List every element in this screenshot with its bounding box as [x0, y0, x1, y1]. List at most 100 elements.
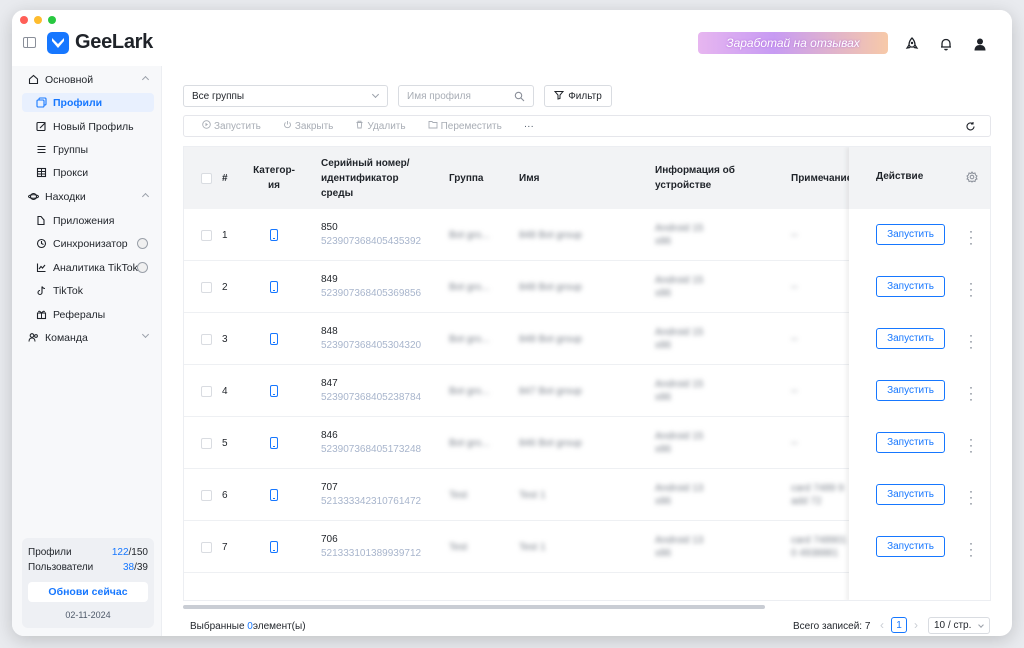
user-avatar-icon[interactable] [970, 34, 990, 54]
page-button[interactable]: 1 [891, 617, 907, 633]
more-actions-button[interactable]: ··· [524, 121, 534, 132]
filter-label: Фильтр [568, 90, 602, 102]
env-id[interactable]: 523907368405304320 [321, 339, 421, 353]
launch-button[interactable]: Запустить [876, 328, 945, 349]
pagination: ‹ 1 › [880, 617, 918, 633]
sidebar-item-new-profile[interactable]: Новый Профиль [22, 117, 154, 136]
note-cell: -- [791, 229, 798, 241]
filter-button[interactable]: Фильтр [544, 85, 612, 107]
search-icon [514, 91, 525, 105]
promo-banner[interactable]: Заработай на отзывах [698, 32, 888, 54]
phone-icon [270, 541, 278, 553]
select-all-checkbox[interactable] [201, 147, 212, 209]
sidebar-item-profiles[interactable]: Профили [22, 93, 154, 112]
page-size-select[interactable]: 10 / стр. [928, 617, 990, 634]
row-more-icon[interactable]: · · · [969, 225, 973, 249]
sidebar-item-label: Рефералы [53, 308, 106, 321]
device-cell: Android 15 x86 [655, 223, 704, 247]
bulk-delete-button[interactable]: Удалить [355, 120, 406, 132]
launch-button[interactable]: Запустить [876, 380, 945, 401]
launch-button[interactable]: Запустить [876, 224, 945, 245]
row-more-icon[interactable]: · · · [969, 433, 973, 457]
env-id[interactable]: 521333342310761472 [321, 495, 421, 509]
chevron-down-icon [141, 330, 150, 339]
maximize-window-button[interactable] [48, 16, 56, 24]
profiles-icon [36, 97, 47, 108]
launch-button[interactable]: Запустить [876, 484, 945, 505]
group-select[interactable]: Все группы [183, 85, 388, 107]
next-page-icon[interactable]: › [914, 618, 918, 632]
row-checkbox[interactable] [201, 313, 212, 365]
row-checkbox[interactable] [201, 521, 212, 573]
sidebar-toggle-icon[interactable] [23, 37, 36, 48]
checkbox[interactable] [201, 385, 212, 397]
sidebar-item-sync[interactable]: Синхронизатор [22, 234, 154, 253]
column-settings-icon[interactable] [966, 171, 978, 186]
row-checkbox[interactable] [201, 365, 212, 417]
minimize-window-button[interactable] [34, 16, 42, 24]
selected-prefix: Выбранные [190, 621, 245, 632]
note-cell: -- [791, 333, 798, 345]
sidebar-item-tiktok[interactable]: TikTok [22, 281, 154, 300]
section-label: Команда [45, 331, 88, 344]
sidebar-item-tiktok-analytics[interactable]: Аналитика TikTok [22, 258, 154, 277]
bulk-move-label: Переместить [440, 120, 502, 132]
section-team[interactable]: Команда [22, 328, 154, 347]
sidebar-item-label: Новый Профиль [53, 120, 134, 133]
bulk-launch-button[interactable]: Запустить [202, 120, 261, 132]
close-window-button[interactable] [20, 16, 28, 24]
update-now-button[interactable]: Обнови сейчас [28, 582, 148, 602]
section-main[interactable]: Основной [22, 70, 154, 89]
row-num: 1 [222, 229, 228, 241]
sidebar-item-apps[interactable]: Приложения [22, 211, 154, 230]
checkbox[interactable] [201, 541, 212, 553]
profile-search-input[interactable]: Имя профиля [398, 85, 534, 107]
bulk-close-button[interactable]: Закрыть [283, 120, 333, 132]
row-checkbox[interactable] [201, 417, 212, 469]
checkbox[interactable] [201, 172, 212, 184]
env-id[interactable]: 523907368405173248 [321, 443, 421, 457]
horizontal-scrollbar[interactable] [183, 605, 765, 609]
note-cell: -- [791, 437, 798, 449]
launch-button[interactable]: Запустить [876, 536, 945, 557]
prev-page-icon[interactable]: ‹ [880, 618, 884, 632]
row-more-icon[interactable]: · · · [969, 381, 973, 405]
serial-number: 850 [321, 222, 338, 233]
name-cell: 848 Bot group [519, 333, 582, 345]
sidebar-item-referrals[interactable]: Рефералы [22, 305, 154, 324]
row-more-icon[interactable]: · · · [969, 485, 973, 509]
row-more-icon[interactable]: · · · [969, 277, 973, 301]
checkbox[interactable] [201, 333, 212, 345]
row-more-icon[interactable]: · · · [969, 537, 973, 561]
checkbox[interactable] [201, 489, 212, 501]
env-id[interactable]: 523907368405369856 [321, 287, 421, 301]
section-discoveries[interactable]: Находки [22, 187, 154, 206]
sidebar-item-proxy[interactable]: Прокси [22, 163, 154, 182]
row-checkbox[interactable] [201, 261, 212, 313]
device-cell: Android 13 x86 [655, 535, 704, 559]
launch-button[interactable]: Запустить [876, 276, 945, 297]
row-checkbox[interactable] [201, 209, 212, 261]
sidebar-item-groups[interactable]: Группы [22, 140, 154, 159]
chevron-up-icon [141, 192, 150, 201]
checkbox[interactable] [201, 437, 212, 449]
row-more-icon[interactable]: · · · [969, 329, 973, 353]
env-id[interactable]: 521333101389939712 [321, 547, 421, 561]
row-num: 6 [222, 489, 228, 501]
bell-icon[interactable] [936, 34, 956, 54]
home-icon [28, 74, 39, 85]
android-phone-icon [270, 313, 278, 365]
checkbox[interactable] [201, 229, 212, 241]
refresh-icon[interactable] [965, 121, 976, 132]
env-id[interactable]: 523907368405435392 [321, 235, 421, 249]
row-checkbox[interactable] [201, 469, 212, 521]
col-num: # [222, 172, 228, 184]
rocket-icon[interactable] [902, 34, 922, 54]
launch-button[interactable]: Запустить [876, 432, 945, 453]
sidebar-item-label: Прокси [53, 166, 89, 179]
env-id[interactable]: 523907368405238784 [321, 391, 421, 405]
bulk-move-button[interactable]: Переместить [428, 120, 502, 132]
profiles-usage: Профили 122/150 [28, 547, 148, 558]
checkbox[interactable] [201, 281, 212, 293]
row-num: 5 [222, 437, 228, 449]
